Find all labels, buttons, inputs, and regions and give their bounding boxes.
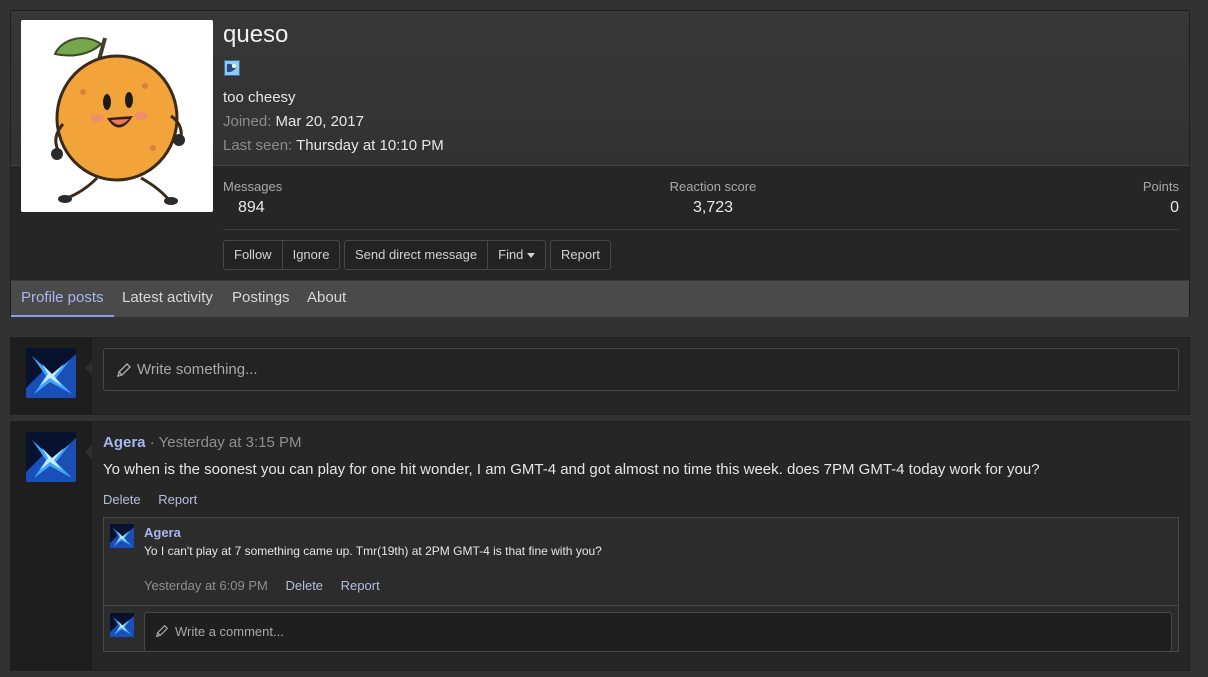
comment-delete-link[interactable]: Delete [285, 578, 323, 593]
write-comment-input[interactable]: Write a comment... [144, 612, 1172, 652]
last-seen-value: Thursday at 10:10 PM [296, 137, 444, 154]
write-something-placeholder: Write something... [137, 361, 258, 378]
comments-section: Agera Yo I can't play at 7 something cam… [103, 517, 1179, 652]
comment-author[interactable]: Agera [144, 525, 181, 540]
message-find-group: Send direct message Find [344, 240, 547, 270]
agera-avatar-icon [110, 524, 134, 548]
stat-reaction-value[interactable]: 3,723 [668, 199, 758, 217]
reply-avatar[interactable] [110, 613, 134, 637]
post-delete-link[interactable]: Delete [103, 492, 141, 507]
profile-header: queso too cheesy Joined: Mar 20, 2017 La… [10, 10, 1190, 317]
pencil-icon [117, 363, 131, 377]
tab-profile-posts[interactable]: Profile posts [11, 281, 114, 317]
post-report-link[interactable]: Report [158, 492, 197, 507]
pointer-arrow [85, 361, 92, 375]
agera-avatar-icon [26, 348, 76, 398]
new-profile-post: Write something... [10, 337, 1190, 415]
comment-actions: Yesterday at 6:09 PM Delete Report [144, 578, 380, 593]
tab-postings[interactable]: Postings [222, 281, 300, 317]
send-direct-message-button[interactable]: Send direct message [345, 241, 489, 269]
last-seen-line: Last seen: Thursday at 10:10 PM [223, 137, 444, 154]
stats-divider [223, 229, 1179, 230]
stat-messages-label: Messages [223, 179, 283, 194]
follow-button[interactable]: Follow [224, 241, 283, 269]
caret-down-icon [527, 253, 536, 259]
profile-username: queso [223, 21, 289, 48]
avatar[interactable] [26, 432, 76, 482]
post-author[interactable]: Agera [103, 434, 146, 451]
comment-report-link[interactable]: Report [341, 578, 380, 593]
report-profile-button[interactable]: Report [551, 241, 610, 269]
ignore-button[interactable]: Ignore [283, 241, 340, 269]
write-comment-placeholder: Write a comment... [175, 624, 284, 639]
pointer-arrow [85, 445, 92, 459]
follow-ignore-group: Follow Ignore [223, 240, 341, 270]
comment-body: Yo I can't play at 7 something came up. … [144, 544, 602, 558]
find-button[interactable]: Find [488, 241, 545, 269]
user-banner-icon [224, 60, 240, 76]
joined-line: Joined: Mar 20, 2017 [223, 113, 364, 130]
profile-post: Agera · Yesterday at 3:15 PM Yo when is … [10, 421, 1190, 671]
stat-reaction-score: Reaction score 3,723 [668, 179, 758, 217]
composer-avatar-column [11, 338, 92, 414]
stat-points-value[interactable]: 0 [1143, 199, 1179, 217]
stat-reaction-label: Reaction score [669, 179, 757, 194]
avatar[interactable] [26, 348, 76, 398]
profile-avatar[interactable] [21, 20, 213, 212]
stat-points-label: Points [1142, 179, 1179, 194]
stat-messages: Messages 894 [223, 179, 282, 217]
joined-date: Mar 20, 2017 [275, 113, 364, 130]
write-something-input[interactable]: Write something... [103, 348, 1179, 391]
tab-about[interactable]: About [297, 281, 356, 317]
comment-timestamp[interactable]: Yesterday at 6:09 PM [144, 578, 268, 593]
post-actions: Delete Report [103, 492, 211, 507]
comment-avatar[interactable] [110, 524, 134, 548]
agera-avatar-icon [110, 613, 134, 637]
post-body: Yo when is the soonest you can play for … [103, 461, 1040, 478]
last-seen-label: Last seen: [223, 137, 293, 154]
agera-avatar-icon [26, 432, 76, 482]
report-group: Report [550, 240, 612, 270]
pencil-icon [155, 624, 169, 638]
tab-latest-activity[interactable]: Latest activity [112, 281, 223, 317]
comment-reply-row: Write a comment... [104, 607, 1178, 652]
orange-mascot-icon [21, 20, 213, 212]
post-timestamp[interactable]: · Yesterday at 3:15 PM [150, 434, 302, 451]
joined-label: Joined: [223, 113, 272, 130]
comment: Agera Yo I can't play at 7 something cam… [104, 518, 1178, 606]
stat-messages-value[interactable]: 894 [223, 199, 282, 217]
post-header: Agera · Yesterday at 3:15 PM [103, 434, 301, 451]
find-label: Find [498, 247, 524, 262]
profile-status: too cheesy [223, 89, 296, 106]
profile-tabs: Profile posts Latest activity Postings A… [11, 280, 1189, 317]
post-avatar-column [11, 422, 92, 670]
stat-points: Points 0 [1143, 179, 1179, 217]
